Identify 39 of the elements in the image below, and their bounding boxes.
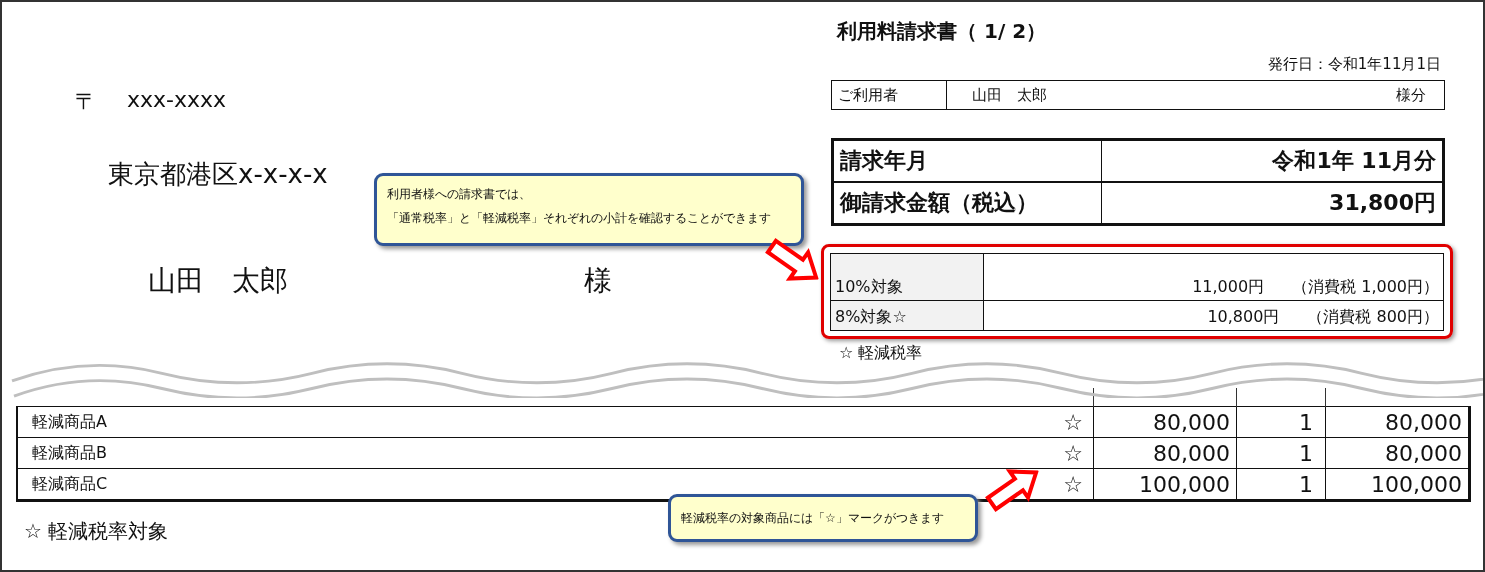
callout-text: 利用者様への請求書では、 xyxy=(387,186,532,203)
issue-date: 発行日：令和1年11月1日 xyxy=(1266,55,1441,74)
table-cell: 10%対象 xyxy=(831,254,984,301)
amount-text: 11,000円 xyxy=(1192,277,1265,298)
table-cell: 1 xyxy=(1236,437,1326,469)
postal-mark: 〒 xyxy=(75,88,97,116)
user-name: 山田 太郎 xyxy=(972,86,1047,105)
address-text: 東京都港区x-x-x-x xyxy=(108,158,329,191)
table-cell: 軽減商品B xyxy=(17,437,1058,469)
table-cell: 80,000 xyxy=(1325,437,1470,469)
table-cell: 100,000 xyxy=(1093,468,1237,501)
table-cell: 令和1年 11月分 xyxy=(1102,141,1442,183)
table-cell: ☆ xyxy=(1057,468,1094,501)
amount-text: 10,800円 xyxy=(1207,307,1280,328)
recipient-name: 山田 太郎 xyxy=(148,263,289,299)
user-suffix: 様分 xyxy=(1396,86,1426,105)
footnote-text: ☆ 軽減税率 xyxy=(839,343,924,364)
honorific-text: 様 xyxy=(584,263,612,299)
table-cell: 1 xyxy=(1236,468,1326,501)
footnote-text: ☆ 軽減税率対象 xyxy=(24,518,169,545)
tax-text: （消費税 1,000円） xyxy=(1292,277,1439,298)
callout-text: 「通常税率」と「軽減税率」それぞれの小計を確認することができます xyxy=(387,210,772,227)
table-cell: 御請求金額（税込） xyxy=(834,183,1102,223)
table-cell: ☆ xyxy=(1057,437,1094,469)
table-cell: 80,000 xyxy=(1093,437,1237,469)
invoice-title: 利用料請求書（ 1/ 2） xyxy=(837,18,1048,45)
table-cell: 1 xyxy=(1236,406,1326,438)
table-cell: 80,000 xyxy=(1325,406,1470,438)
table-cell: 軽減商品A xyxy=(17,406,1058,438)
table-cell: 100,000 xyxy=(1325,468,1470,501)
table-cell: ☆ xyxy=(1057,406,1094,438)
table-cell: 請求年月 xyxy=(834,141,1102,183)
table-cell: ご利用者 xyxy=(832,81,947,109)
tax-text: （消費税 800円） xyxy=(1307,307,1439,328)
callout-text: 軽減税率の対象商品には「☆」マークがつきます xyxy=(681,510,944,527)
postal-code: xxx-xxxx xyxy=(127,87,227,114)
table-cell-text: 31,800円 xyxy=(1328,189,1437,217)
table-cell: 8%対象☆ xyxy=(831,301,984,330)
table-cell: 80,000 xyxy=(1093,406,1237,438)
